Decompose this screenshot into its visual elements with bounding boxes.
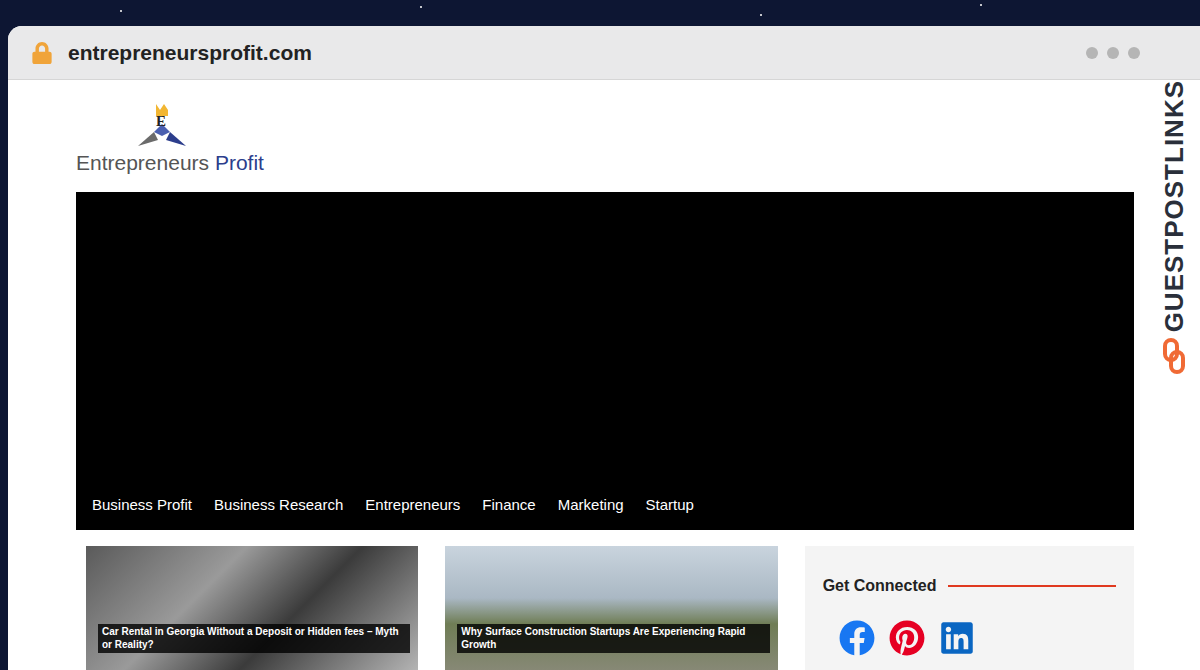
window-dot bbox=[1107, 47, 1119, 59]
nav-item[interactable]: Business Research bbox=[214, 494, 343, 517]
nav-item[interactable]: Business Profit bbox=[92, 494, 192, 517]
watermark: GUESTPOSTLINKS bbox=[1148, 80, 1200, 670]
main-nav: Business Profit Business Research Entrepre… bbox=[76, 494, 1134, 531]
window-dot bbox=[1128, 47, 1140, 59]
hero-banner: Business Profit Business Research Entrepre… bbox=[76, 192, 1134, 530]
post-title[interactable]: Car Rental in Georgia Without a Deposit … bbox=[98, 624, 410, 653]
nav-item[interactable]: Finance bbox=[482, 494, 535, 517]
logo-emblem: E bbox=[134, 102, 190, 150]
site-logo[interactable]: EEntrepreneurs Profit bbox=[76, 102, 276, 176]
linkedin-icon[interactable] bbox=[939, 620, 975, 656]
widget-title: Get Connected bbox=[823, 574, 937, 598]
lock-icon bbox=[32, 42, 52, 64]
facebook-icon[interactable] bbox=[839, 620, 875, 656]
nav-item[interactable]: Marketing bbox=[558, 494, 624, 517]
post-title[interactable]: Why Surface Construction Startups Are Ex… bbox=[457, 624, 769, 653]
post-card[interactable]: Why Surface Construction Startups Are Ex… bbox=[445, 546, 777, 670]
post-card[interactable]: Car Rental in Georgia Without a Deposit … bbox=[86, 546, 418, 670]
browser-window: entrepreneursprofit.com EEntrepreneurs Pr… bbox=[8, 26, 1200, 670]
window-dot bbox=[1086, 47, 1098, 59]
nav-item[interactable]: Startup bbox=[646, 494, 694, 517]
address-bar: entrepreneursprofit.com bbox=[8, 26, 1200, 80]
sidebar-widget: Get Connected bbox=[805, 546, 1134, 670]
url[interactable]: entrepreneursprofit.com bbox=[68, 37, 312, 69]
pinterest-icon[interactable] bbox=[889, 620, 925, 656]
page: entrepreneursprofit.com EEntrepreneurs Pr… bbox=[0, 0, 1200, 670]
link-icon bbox=[1162, 338, 1186, 374]
nav-item[interactable]: Entrepreneurs bbox=[365, 494, 460, 517]
